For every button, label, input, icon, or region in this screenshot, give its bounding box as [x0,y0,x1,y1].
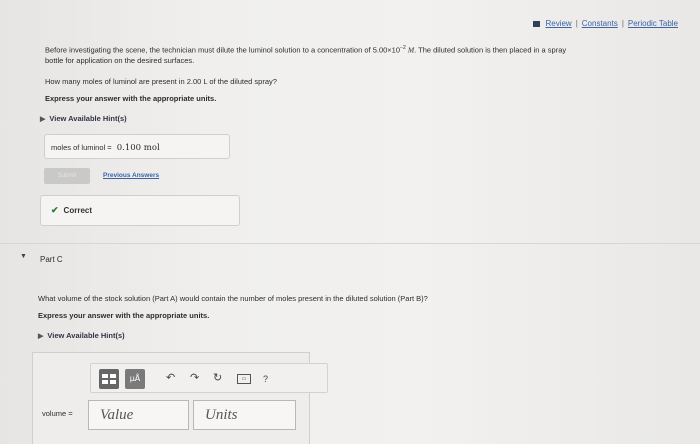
answer-label: moles of luminol = [51,143,112,152]
submit-button[interactable]: Submit [44,168,90,184]
part-b-question: How many moles of luminol are present in… [45,77,277,86]
part-c-hint-toggle[interactable]: ▶ View Available Hint(s) [38,331,125,340]
answer-value: 0.100 mol [116,143,160,153]
page: Review | Constants | Periodic Table Befo… [0,0,700,444]
answer-editor: μÅ ↶ ↷ ↻ ▭ ? [32,352,328,444]
part-b-express: Express your answer with the appropriate… [45,94,217,103]
checkmark-icon: ✔ [51,205,59,215]
hint-label: View Available Hint(s) [47,331,125,340]
constants-link[interactable]: Constants [582,19,618,28]
review-icon [533,20,541,27]
part-b-answer-box: moles of luminol = 0.100 mol [44,134,230,159]
part-c-title[interactable]: Part C [40,255,63,264]
caret-down-icon[interactable]: ▼ [20,253,27,260]
intro-text-line2: bottle for application on the desired su… [45,55,195,65]
part-b-hint-toggle[interactable]: ▶ View Available Hint(s) [40,114,127,123]
hint-label: View Available Hint(s) [49,114,127,123]
reset-icon[interactable]: ↻ [213,372,222,385]
separator: | [621,19,624,28]
volume-label: volume = [42,409,73,418]
keyboard-icon[interactable]: ▭ [237,374,251,384]
review-link[interactable]: Review [545,19,571,28]
caret-right-icon: ▶ [38,333,44,340]
editor-toolbar: μÅ ↶ ↷ ↻ ▭ ? [90,363,328,393]
divider [0,243,700,244]
templates-icon [102,374,116,384]
intro-text-end: . The diluted solution is then placed in… [414,45,567,55]
help-icon[interactable]: ? [263,373,268,386]
redo-icon[interactable]: ↷ [190,372,199,385]
feedback-text: Correct [63,206,92,215]
caret-right-icon: ▶ [40,116,46,123]
units-symbol-button[interactable]: μÅ [125,369,145,389]
intro-exponent: −2 [400,45,406,51]
part-b-intro: Before investigating the scene, the tech… [45,43,685,66]
periodic-table-link[interactable]: Periodic Table [628,19,678,28]
templates-button[interactable] [99,369,119,389]
part-c-express: Express your answer with the appropriate… [38,311,210,320]
correct-feedback: ✔ Correct [40,195,240,226]
part-c-question: What volume of the stock solution (Part … [38,294,428,303]
units-input[interactable]: Units [193,400,296,430]
previous-answers-link[interactable]: Previous Answers [103,172,159,179]
separator: | [575,19,578,28]
intro-text: Before investigating the scene, the tech… [45,45,401,55]
value-input[interactable]: Value [88,400,189,430]
undo-icon[interactable]: ↶ [166,372,175,385]
header-links: Review | Constants | Periodic Table [533,19,678,28]
